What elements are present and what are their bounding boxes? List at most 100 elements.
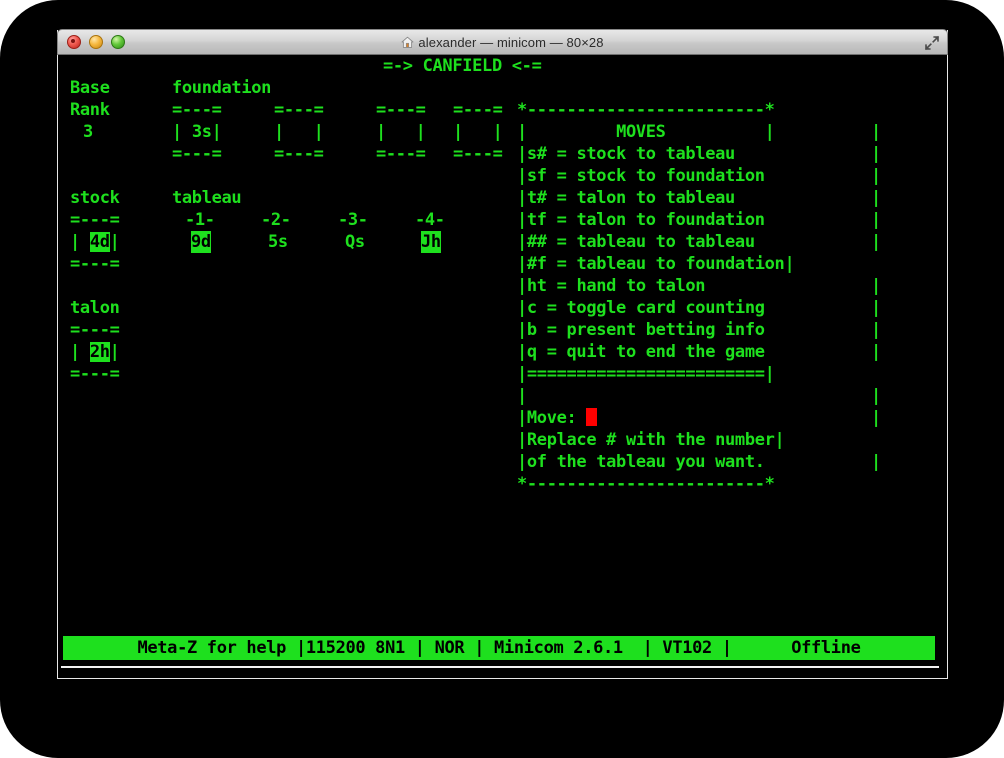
moves-right-edge-blank: | (871, 385, 881, 407)
moves-entry-9-eq: = (547, 342, 557, 362)
moves-entry-3-desc: talon to foundation (576, 210, 764, 230)
stock-label: stock (70, 187, 120, 209)
moves-right-edge-4: | (871, 231, 881, 253)
moves-entry-3-key: tf (527, 210, 547, 230)
moves-right-edge-8: | (871, 319, 881, 341)
base-rank-label-line2: Rank (70, 99, 110, 121)
moves-entry-2[interactable]: |t# = talon to tableau (517, 187, 735, 209)
moves-entry-9-desc: quit to end the game (567, 342, 765, 362)
moves-entry-2-key: t# (527, 188, 547, 208)
moves-entry-4-desc: tableau to tableau (576, 232, 754, 252)
moves-entry-4-key: ## (527, 232, 547, 252)
moves-panel-title: MOVES (616, 122, 666, 142)
moves-divider-row: |========================| (517, 363, 775, 385)
foundation-pile-4[interactable]: | | (453, 121, 503, 143)
tableau-card-2[interactable]: 5s (268, 231, 288, 253)
foundation-pile-1-top: =---= (172, 99, 222, 121)
moves-right-edge-hint2: | (871, 451, 881, 473)
moves-entry-2-eq: = (557, 188, 567, 208)
base-rank-label-line1: Base (70, 77, 110, 99)
moves-entry-6-eq: = (557, 276, 567, 296)
moves-blank-row: | (517, 385, 527, 407)
game-banner: =-> CANFIELD <-= (383, 55, 541, 77)
text-cursor (586, 408, 597, 426)
fullscreen-icon[interactable] (924, 35, 940, 51)
foundation-pile-4-top: =---= (453, 99, 503, 121)
base-rank-value: 3 (83, 121, 93, 143)
moves-entry-7[interactable]: |c = toggle card counting (517, 297, 765, 319)
moves-hint-2: of the tableau you want. (527, 452, 765, 472)
terminal-screen[interactable]: =-> CANFIELD <-= Base Rank 3 foundation … (58, 55, 947, 676)
moves-right-edge-title: | (871, 121, 881, 143)
maximize-button[interactable] (111, 35, 125, 49)
moves-right-edge-0: | (871, 143, 881, 165)
moves-hint-1: Replace # with the number (527, 430, 775, 450)
close-button[interactable] (67, 35, 81, 49)
moves-hint-1-row: |Replace # with the number| (517, 429, 784, 451)
minimize-button[interactable] (89, 35, 103, 49)
foundation-pile-1[interactable]: | 3s| (172, 121, 222, 143)
moves-right-edge-9: | (871, 341, 881, 363)
talon-pile[interactable]: | 2h| (70, 341, 120, 363)
tableau-card-3[interactable]: Qs (345, 231, 365, 253)
moves-entry-6-desc: hand to talon (576, 276, 705, 296)
moves-entry-4[interactable]: |## = tableau to tableau (517, 231, 755, 253)
moves-panel-top-border: *------------------------* (517, 99, 775, 121)
tableau-card-1[interactable]: 9d (191, 231, 211, 253)
moves-hint-2-row: |of the tableau you want. (517, 451, 765, 473)
talon-top-border: =---= (70, 319, 120, 341)
moves-entry-5-key: #f (527, 254, 547, 274)
moves-entry-6-key: ht (527, 276, 547, 296)
foundation-pile-3[interactable]: | | (376, 121, 426, 143)
move-prompt-row[interactable]: |Move: (517, 407, 597, 429)
tableau-card-4[interactable]: Jh (421, 231, 441, 253)
moves-entry-1[interactable]: |sf = stock to foundation (517, 165, 765, 187)
moves-entry-8-desc: present betting info (567, 320, 765, 340)
stock-pile[interactable]: | 4d| (70, 231, 120, 253)
moves-entry-6[interactable]: |ht = hand to talon (517, 275, 705, 297)
window-title-bar[interactable]: alexander — minicom — 80×28 (57, 29, 948, 55)
moves-entry-8-eq: = (547, 320, 557, 340)
window-title-text: alexander — minicom — 80×28 (418, 35, 603, 50)
moves-entry-0[interactable]: |s# = stock to tableau (517, 143, 735, 165)
moves-entry-9[interactable]: |q = quit to end the game (517, 341, 765, 363)
foundation-pile-2[interactable]: | | (274, 121, 324, 143)
moves-entry-5[interactable]: |#f = tableau to foundation| (517, 253, 794, 275)
moves-entry-1-desc: stock to foundation (576, 166, 764, 186)
foundation-pile-2-bottom: =---= (274, 143, 324, 165)
foundation-pile-3-bottom: =---= (376, 143, 426, 165)
stock-bottom-border: =---= (70, 253, 120, 275)
moves-entry-1-eq: = (557, 166, 567, 186)
moves-entry-0-key: s# (527, 144, 547, 164)
window-controls (67, 35, 125, 49)
moves-entry-9-key: q (527, 342, 537, 362)
moves-entry-3[interactable]: |tf = talon to foundation (517, 209, 765, 231)
moves-entry-0-eq: = (557, 144, 567, 164)
moves-right-edge-prompt: | (871, 407, 881, 429)
moves-entry-8[interactable]: |b = present betting info (517, 319, 765, 341)
moves-entry-5-desc: tableau to foundation (576, 254, 784, 274)
foundation-label: foundation (172, 77, 271, 99)
moves-entry-4-eq: = (557, 232, 567, 252)
stock-card: 4d (90, 232, 110, 252)
moves-entry-7-desc: toggle card counting (567, 298, 765, 318)
terminal-window: alexander — minicom — 80×28 =-> CANFIELD… (57, 30, 948, 679)
tableau-header-2: -2- (261, 209, 291, 231)
moves-panel-title-row: | MOVES | (517, 121, 775, 143)
move-prompt-label: Move: (527, 408, 577, 428)
foundation-pile-3-top: =---= (376, 99, 426, 121)
window-bottom-rule (61, 666, 939, 668)
foundation-pile-4-bottom: =---= (453, 143, 503, 165)
moves-entry-5-eq: = (557, 254, 567, 274)
status-bar[interactable]: Meta-Z for help |115200 8N1 | NOR | Mini… (63, 636, 935, 660)
foundation-pile-1-bottom: =---= (172, 143, 222, 165)
moves-right-edge-3: | (871, 209, 881, 231)
moves-entry-0-desc: stock to tableau (576, 144, 734, 164)
moves-entry-2-desc: talon to tableau (576, 188, 734, 208)
moves-divider: ======================== (527, 364, 765, 384)
moves-entry-7-key: c (527, 298, 537, 318)
moves-entry-1-key: sf (527, 166, 547, 186)
foundation-pile-1-card: 3s (192, 122, 212, 142)
talon-card: 2h (90, 342, 110, 362)
moves-panel-bottom-border: *------------------------* (517, 473, 775, 495)
